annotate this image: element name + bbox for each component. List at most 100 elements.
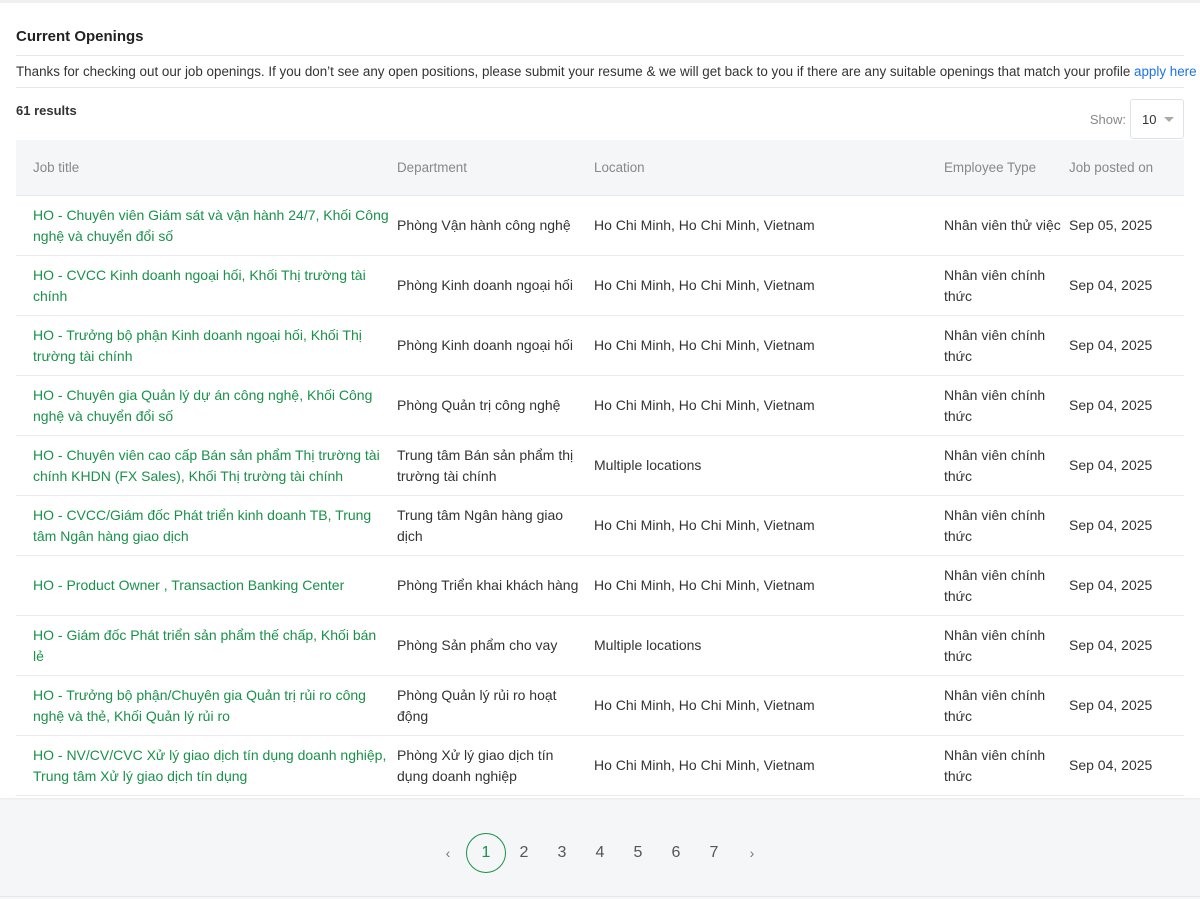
department-cell: Trung tâm Ngân hàng giao dịch xyxy=(397,495,594,556)
location-cell: Ho Chi Minh, Ho Chi Minh, Vietnam xyxy=(594,315,944,376)
location-cell: Multiple locations xyxy=(594,615,944,676)
posted-date-cell: Sep 04, 2025 xyxy=(1069,495,1184,556)
show-label: Show: xyxy=(1089,111,1126,127)
column-header-location[interactable]: Location xyxy=(594,140,944,196)
posted-date-cell: Sep 04, 2025 xyxy=(1069,375,1184,436)
job-title-cell: HO - Trưởng bộ phận Kinh doanh ngoại hối… xyxy=(16,315,397,376)
location-cell: Ho Chi Minh, Ho Chi Minh, Vietnam xyxy=(594,195,944,256)
page-button-2[interactable]: 2 xyxy=(505,833,543,873)
job-title-link[interactable]: HO - Chuyên viên Giám sát và vận hành 24… xyxy=(33,207,389,244)
employee-type-cell: Nhân viên thử việc xyxy=(944,195,1069,256)
posted-date-cell: Sep 04, 2025 xyxy=(1069,735,1184,796)
department-cell: Phòng Kinh doanh ngoại hối xyxy=(397,255,594,316)
department-cell: Phòng Xử lý giao dịch tín dụng doanh ngh… xyxy=(397,735,594,796)
department-cell: Phòng Quản lý rủi ro hoạt động xyxy=(397,675,594,736)
location-cell: Ho Chi Minh, Ho Chi Minh, Vietnam xyxy=(594,255,944,316)
job-title-link[interactable]: HO - Chuyên gia Quản lý dự án công nghệ,… xyxy=(33,387,372,424)
location-cell: Ho Chi Minh, Ho Chi Minh, Vietnam xyxy=(594,375,944,436)
table-row[interactable]: HO - CVCC/Giám đốc Phát triển kinh doanh… xyxy=(16,495,1184,556)
posted-date-cell: Sep 04, 2025 xyxy=(1069,555,1184,616)
page-button-6[interactable]: 6 xyxy=(657,833,695,873)
department-cell: Phòng Kinh doanh ngoại hối xyxy=(397,315,594,376)
divider xyxy=(16,55,1184,56)
page-size-control: Show: 10 xyxy=(1090,98,1184,140)
location-cell: Ho Chi Minh, Ho Chi Minh, Vietnam xyxy=(594,495,944,556)
job-title-link[interactable]: HO - CVCC Kinh doanh ngoại hối, Khối Thị… xyxy=(33,267,366,304)
posted-date-cell: Sep 04, 2025 xyxy=(1069,315,1184,376)
job-title-cell: HO - CVCC Kinh doanh ngoại hối, Khối Thị… xyxy=(16,255,397,316)
job-title-link[interactable]: HO - Giám đốc Phát triển sản phẩm thế ch… xyxy=(33,627,376,664)
job-title-cell: HO - Chuyên viên cao cấp Bán sản phẩm Th… xyxy=(16,435,397,496)
divider xyxy=(16,87,1184,88)
employee-type-cell: Nhân viên chính thức xyxy=(944,255,1069,316)
page-button-4[interactable]: 4 xyxy=(581,833,619,873)
column-header-department[interactable]: Department xyxy=(397,140,594,196)
page-title: Current Openings xyxy=(16,28,144,45)
intro-text: Thanks for checking out our job openings… xyxy=(16,64,1197,79)
posted-date-cell: Sep 04, 2025 xyxy=(1069,615,1184,676)
table-header-row: Job title Department Location Employee T… xyxy=(16,140,1184,196)
employee-type-cell: Nhân viên chính thức xyxy=(944,675,1069,736)
next-page-button[interactable]: › xyxy=(733,833,771,873)
intro-message: Thanks for checking out our job openings… xyxy=(16,64,1135,79)
table-row[interactable]: HO - Trưởng bộ phận/Chuyên gia Quản trị … xyxy=(16,675,1184,736)
table-row[interactable]: HO - Chuyên viên cao cấp Bán sản phẩm Th… xyxy=(16,435,1184,496)
location-cell: Ho Chi Minh, Ho Chi Minh, Vietnam xyxy=(594,735,944,796)
table-row[interactable]: HO - Chuyên viên Giám sát và vận hành 24… xyxy=(16,195,1184,256)
employee-type-cell: Nhân viên chính thức xyxy=(944,375,1069,436)
job-title-link[interactable]: HO - Trưởng bộ phận/Chuyên gia Quản trị … xyxy=(33,687,366,724)
page-size-value: 10 xyxy=(1142,111,1157,127)
job-title-cell: HO - Trưởng bộ phận/Chuyên gia Quản trị … xyxy=(16,675,397,736)
results-count: 61 results xyxy=(16,103,77,118)
employee-type-cell: Nhân viên chính thức xyxy=(944,435,1069,496)
job-title-cell: HO - Product Owner , Transaction Banking… xyxy=(16,555,397,616)
job-title-cell: HO - CVCC/Giám đốc Phát triển kinh doanh… xyxy=(16,495,397,556)
footer-divider xyxy=(0,896,1200,897)
column-header-posted-on[interactable]: Job posted on xyxy=(1069,140,1184,196)
employee-type-cell: Nhân viên chính thức xyxy=(944,555,1069,616)
department-cell: Phòng Quản trị công nghệ xyxy=(397,375,594,436)
table-row[interactable]: HO - Chuyên gia Quản lý dự án công nghệ,… xyxy=(16,375,1184,436)
page-button-7[interactable]: 7 xyxy=(695,833,733,873)
posted-date-cell: Sep 04, 2025 xyxy=(1069,255,1184,316)
jobs-table: Job title Department Location Employee T… xyxy=(16,140,1184,796)
job-title-link[interactable]: HO - Product Owner , Transaction Banking… xyxy=(33,577,344,593)
posted-date-cell: Sep 04, 2025 xyxy=(1069,675,1184,736)
table-row[interactable]: HO - Product Owner , Transaction Banking… xyxy=(16,555,1184,616)
table-row[interactable]: HO - Giám đốc Phát triển sản phẩm thế ch… xyxy=(16,615,1184,676)
caret-down-icon xyxy=(1164,117,1174,122)
posted-date-cell: Sep 04, 2025 xyxy=(1069,435,1184,496)
location-cell: Multiple locations xyxy=(594,435,944,496)
page-button-5[interactable]: 5 xyxy=(619,833,657,873)
job-title-cell: HO - Giám đốc Phát triển sản phẩm thế ch… xyxy=(16,615,397,676)
column-header-job-title[interactable]: Job title xyxy=(16,140,397,196)
employee-type-cell: Nhân viên chính thức xyxy=(944,615,1069,676)
location-cell: Ho Chi Minh, Ho Chi Minh, Vietnam xyxy=(594,675,944,736)
job-title-link[interactable]: HO - Chuyên viên cao cấp Bán sản phẩm Th… xyxy=(33,447,380,484)
department-cell: Phòng Triển khai khách hàng xyxy=(397,555,594,616)
location-cell: Ho Chi Minh, Ho Chi Minh, Vietnam xyxy=(594,555,944,616)
job-title-link[interactable]: HO - CVCC/Giám đốc Phát triển kinh doanh… xyxy=(33,507,371,544)
department-cell: Phòng Sản phẩm cho vay xyxy=(397,615,594,676)
table-row[interactable]: HO - NV/CV/CVC Xử lý giao dịch tín dụng … xyxy=(16,735,1184,796)
column-header-employee-type[interactable]: Employee Type xyxy=(944,140,1069,196)
page-button-1[interactable]: 1 xyxy=(466,833,506,873)
employee-type-cell: Nhân viên chính thức xyxy=(944,495,1069,556)
page-size-select[interactable]: 10 xyxy=(1130,99,1184,139)
job-title-link[interactable]: HO - NV/CV/CVC Xử lý giao dịch tín dụng … xyxy=(33,747,386,784)
page-button-3[interactable]: 3 xyxy=(543,833,581,873)
job-title-link[interactable]: HO - Trưởng bộ phận Kinh doanh ngoại hối… xyxy=(33,327,362,364)
openings-card: Current Openings Thanks for checking out… xyxy=(0,3,1200,798)
department-cell: Phòng Vận hành công nghệ xyxy=(397,195,594,256)
apply-here-link[interactable]: apply here xyxy=(1134,64,1197,79)
job-title-cell: HO - NV/CV/CVC Xử lý giao dịch tín dụng … xyxy=(16,735,397,796)
table-row[interactable]: HO - Trưởng bộ phận Kinh doanh ngoại hối… xyxy=(16,315,1184,376)
employee-type-cell: Nhân viên chính thức xyxy=(944,315,1069,376)
posted-date-cell: Sep 05, 2025 xyxy=(1069,195,1184,256)
job-title-cell: HO - Chuyên gia Quản lý dự án công nghệ,… xyxy=(16,375,397,436)
pagination: ‹ 1 2 3 4 5 6 7 › xyxy=(0,833,1200,873)
job-title-cell: HO - Chuyên viên Giám sát và vận hành 24… xyxy=(16,195,397,256)
department-cell: Trung tâm Bán sản phẩm thị trường tài ch… xyxy=(397,435,594,496)
prev-page-button[interactable]: ‹ xyxy=(429,833,467,873)
table-row[interactable]: HO - CVCC Kinh doanh ngoại hối, Khối Thị… xyxy=(16,255,1184,316)
